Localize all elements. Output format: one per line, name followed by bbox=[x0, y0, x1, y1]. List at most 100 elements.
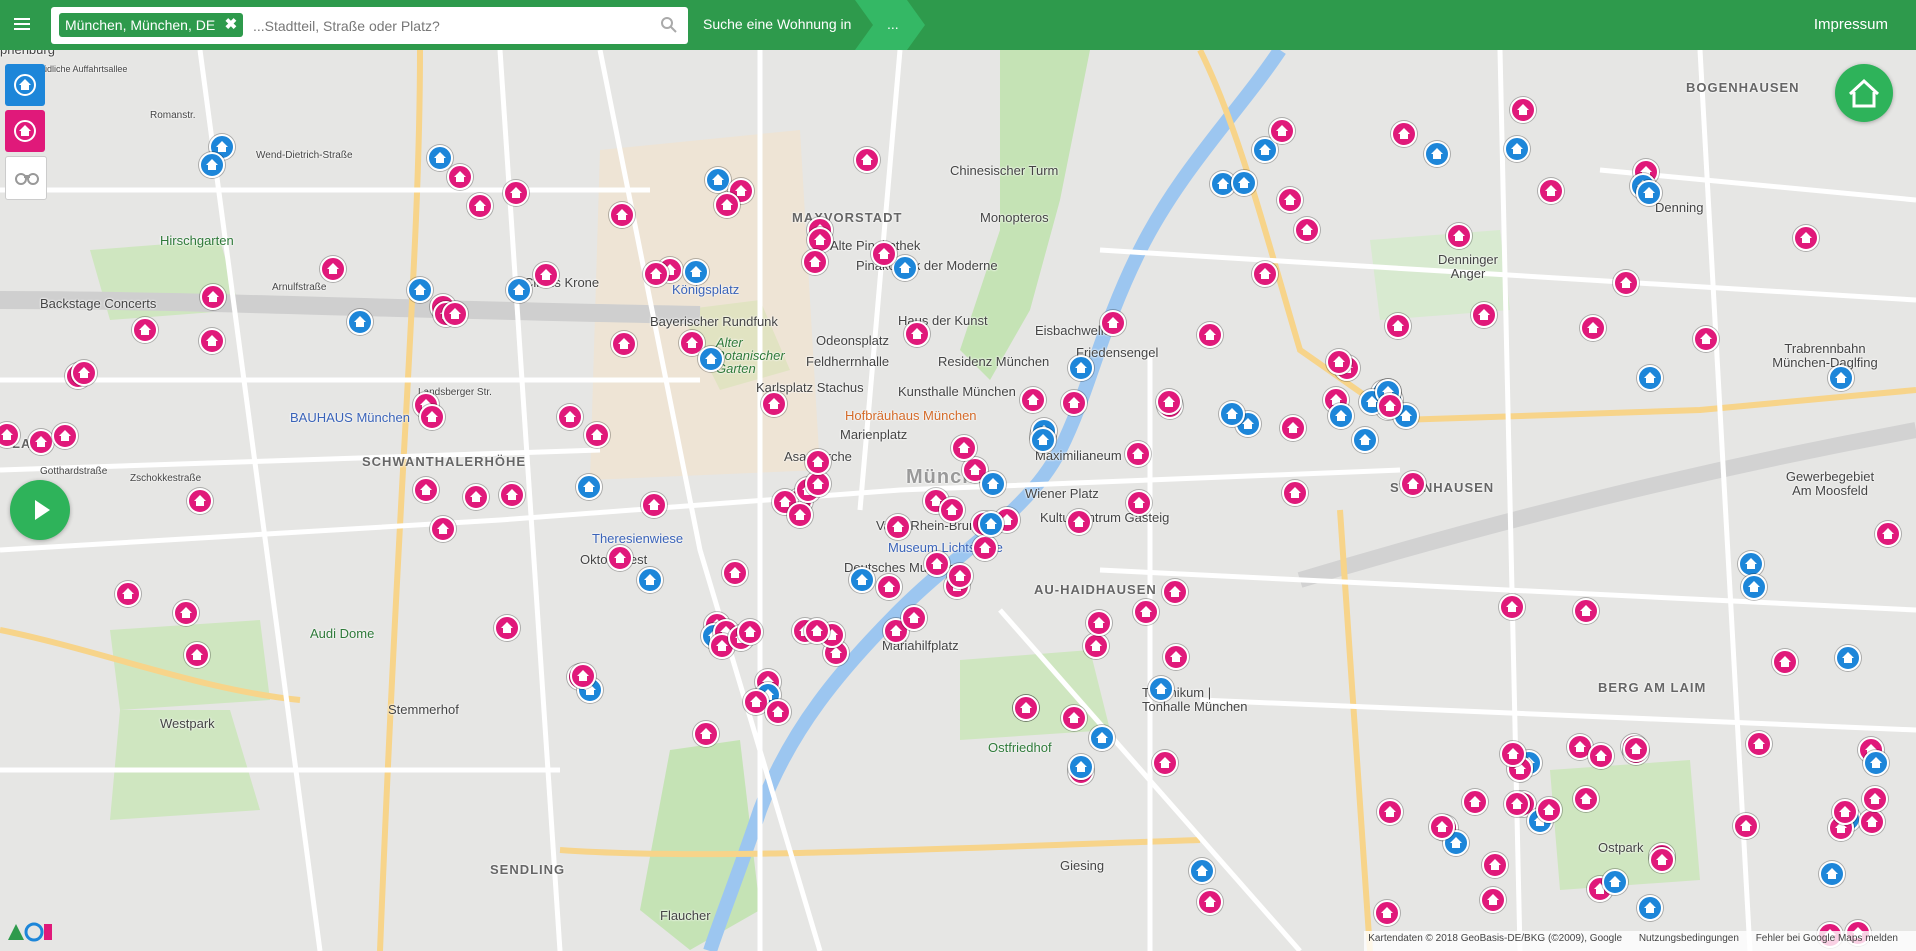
pink-listing-pin[interactable] bbox=[1152, 750, 1178, 776]
pink-listing-pin[interactable] bbox=[805, 449, 831, 475]
pink-listing-pin[interactable] bbox=[939, 497, 965, 523]
pink-listing-pin[interactable] bbox=[1832, 799, 1858, 825]
pink-listing-pin[interactable] bbox=[1269, 118, 1295, 144]
pink-listing-pin[interactable] bbox=[1471, 302, 1497, 328]
pink-listing-pin[interactable] bbox=[494, 615, 520, 641]
terms-link[interactable]: Nutzungsbedingungen bbox=[1639, 933, 1739, 944]
pink-listing-pin[interactable] bbox=[1066, 509, 1092, 535]
pink-listing-pin[interactable] bbox=[854, 147, 880, 173]
pink-listing-pin[interactable] bbox=[1588, 743, 1614, 769]
blue-listing-pin[interactable] bbox=[1504, 136, 1530, 162]
pink-listing-pin[interactable] bbox=[320, 256, 346, 282]
pink-listing-pin[interactable] bbox=[467, 193, 493, 219]
pink-house-filter-button[interactable] bbox=[5, 110, 45, 152]
pink-listing-pin[interactable] bbox=[199, 328, 225, 354]
blue-listing-pin[interactable] bbox=[1328, 403, 1354, 429]
blue-listing-pin[interactable] bbox=[1637, 365, 1663, 391]
pink-listing-pin[interactable] bbox=[1013, 695, 1039, 721]
pink-listing-pin[interactable] bbox=[1538, 178, 1564, 204]
pink-listing-pin[interactable] bbox=[1793, 225, 1819, 251]
pink-listing-pin[interactable] bbox=[1197, 889, 1223, 915]
pink-listing-pin[interactable] bbox=[787, 502, 813, 528]
pink-listing-pin[interactable] bbox=[419, 404, 445, 430]
home-button[interactable] bbox=[1835, 64, 1893, 122]
blue-listing-pin[interactable] bbox=[1828, 365, 1854, 391]
blue-listing-pin[interactable] bbox=[506, 277, 532, 303]
pink-listing-pin[interactable] bbox=[641, 492, 667, 518]
blue-listing-pin[interactable] bbox=[1602, 869, 1628, 895]
pink-listing-pin[interactable] bbox=[1162, 579, 1188, 605]
blue-house-filter-button[interactable] bbox=[5, 64, 45, 106]
pink-listing-pin[interactable] bbox=[1504, 791, 1530, 817]
pink-listing-pin[interactable] bbox=[643, 261, 669, 287]
blue-listing-pin[interactable] bbox=[576, 474, 602, 500]
pink-listing-pin[interactable] bbox=[1580, 315, 1606, 341]
pink-listing-pin[interactable] bbox=[904, 321, 930, 347]
pink-listing-pin[interactable] bbox=[115, 581, 141, 607]
pink-listing-pin[interactable] bbox=[611, 331, 637, 357]
impressum-link[interactable]: Impressum bbox=[1814, 16, 1888, 33]
pink-listing-pin[interactable] bbox=[1126, 490, 1152, 516]
pink-listing-pin[interactable] bbox=[1086, 610, 1112, 636]
pink-listing-pin[interactable] bbox=[871, 241, 897, 267]
pink-listing-pin[interactable] bbox=[1499, 594, 1525, 620]
pink-listing-pin[interactable] bbox=[1429, 814, 1455, 840]
blue-listing-pin[interactable] bbox=[978, 511, 1004, 537]
pink-listing-pin[interactable] bbox=[1277, 187, 1303, 213]
blue-listing-pin[interactable] bbox=[1231, 170, 1257, 196]
pink-listing-pin[interactable] bbox=[951, 435, 977, 461]
pink-listing-pin[interactable] bbox=[1125, 441, 1151, 467]
blue-listing-pin[interactable] bbox=[427, 145, 453, 171]
blue-listing-pin[interactable] bbox=[1637, 895, 1663, 921]
pink-listing-pin[interactable] bbox=[1480, 887, 1506, 913]
pink-listing-pin[interactable] bbox=[1862, 786, 1888, 812]
pink-listing-pin[interactable] bbox=[1482, 852, 1508, 878]
pink-listing-pin[interactable] bbox=[1061, 705, 1087, 731]
pink-listing-pin[interactable] bbox=[722, 560, 748, 586]
pink-listing-pin[interactable] bbox=[173, 600, 199, 626]
blue-listing-pin[interactable] bbox=[1089, 725, 1115, 751]
map[interactable]: phenburg Südliche Auffahrtsallee Romanst… bbox=[0, 50, 1916, 951]
pink-listing-pin[interactable] bbox=[693, 721, 719, 747]
report-error-link[interactable]: Fehler bei Google Maps melden bbox=[1756, 933, 1898, 944]
pink-listing-pin[interactable] bbox=[463, 484, 489, 510]
pink-listing-pin[interactable] bbox=[442, 301, 468, 327]
pink-listing-pin[interactable] bbox=[1875, 521, 1901, 547]
pink-listing-pin[interactable] bbox=[1462, 789, 1488, 815]
pink-listing-pin[interactable] bbox=[1377, 799, 1403, 825]
pink-listing-pin[interactable] bbox=[737, 619, 763, 645]
pink-listing-pin[interactable] bbox=[1613, 270, 1639, 296]
pink-listing-pin[interactable] bbox=[765, 699, 791, 725]
pink-listing-pin[interactable] bbox=[1252, 261, 1278, 287]
pink-listing-pin[interactable] bbox=[71, 360, 97, 386]
pink-listing-pin[interactable] bbox=[1746, 731, 1772, 757]
pink-listing-pin[interactable] bbox=[901, 605, 927, 631]
blue-listing-pin[interactable] bbox=[1030, 427, 1056, 453]
pink-listing-pin[interactable] bbox=[28, 429, 54, 455]
pink-listing-pin[interactable] bbox=[1500, 741, 1526, 767]
pink-listing-pin[interactable] bbox=[1623, 736, 1649, 762]
blue-listing-pin[interactable] bbox=[1835, 645, 1861, 671]
magnifier-icon[interactable] bbox=[660, 16, 678, 34]
blue-listing-pin[interactable] bbox=[683, 259, 709, 285]
blue-listing-pin[interactable] bbox=[1068, 754, 1094, 780]
pink-listing-pin[interactable] bbox=[761, 391, 787, 417]
blue-listing-pin[interactable] bbox=[1148, 676, 1174, 702]
blue-listing-pin[interactable] bbox=[347, 309, 373, 335]
pink-listing-pin[interactable] bbox=[972, 535, 998, 561]
pink-listing-pin[interactable] bbox=[584, 422, 610, 448]
pink-listing-pin[interactable] bbox=[52, 423, 78, 449]
pink-listing-pin[interactable] bbox=[1133, 599, 1159, 625]
blue-listing-pin[interactable] bbox=[698, 346, 724, 372]
pink-listing-pin[interactable] bbox=[1391, 121, 1417, 147]
pink-listing-pin[interactable] bbox=[1573, 598, 1599, 624]
blue-listing-pin[interactable] bbox=[980, 471, 1006, 497]
pink-listing-pin[interactable] bbox=[714, 192, 740, 218]
blue-listing-pin[interactable] bbox=[1738, 551, 1764, 577]
pink-listing-pin[interactable] bbox=[430, 516, 456, 542]
pink-listing-pin[interactable] bbox=[1536, 797, 1562, 823]
pink-listing-pin[interactable] bbox=[1400, 471, 1426, 497]
pink-listing-pin[interactable] bbox=[557, 404, 583, 430]
binoculars-button[interactable] bbox=[5, 156, 47, 200]
blue-listing-pin[interactable] bbox=[1352, 427, 1378, 453]
